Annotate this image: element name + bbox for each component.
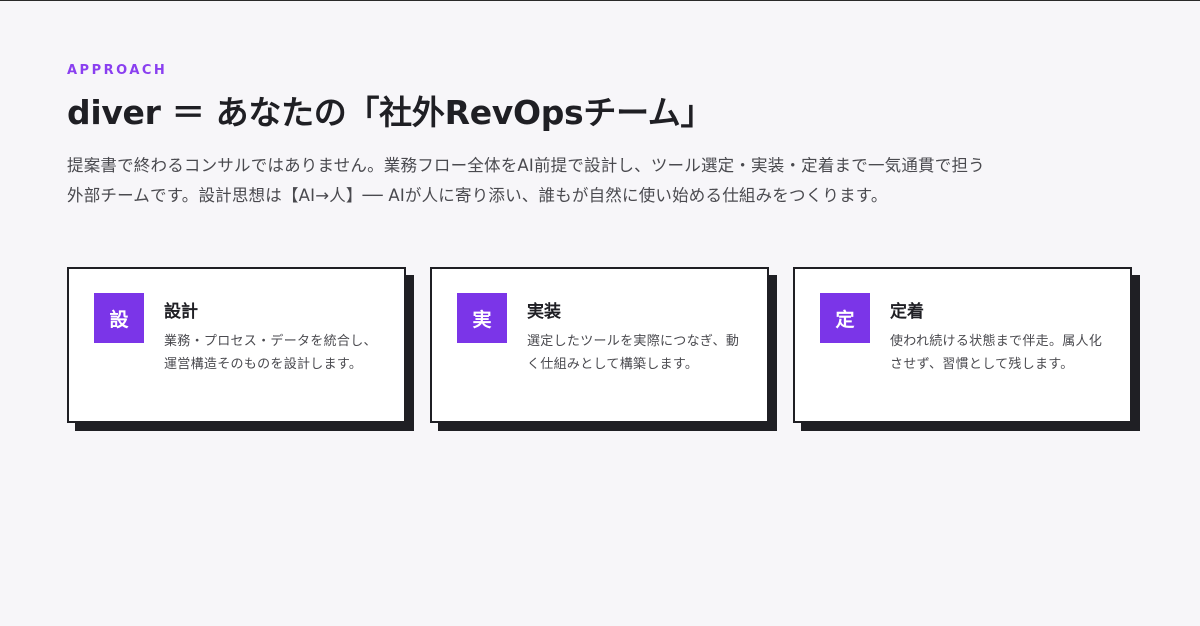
card-design: 設 設計 業務・プロセス・データを統合し、運営構造そのものを設計します。 (67, 267, 406, 423)
card-description: 選定したツールを実際につなぎ、動く仕組みとして構築します。 (527, 334, 740, 372)
card-title: 設計 (164, 302, 198, 322)
section-title: diver ＝ あなたの「社外RevOpsチーム」 (67, 93, 714, 132)
card-badge: 設 (94, 293, 144, 343)
card-title: 実装 (527, 302, 561, 322)
card-adoption: 定 定着 使われ続ける状態まで伴走。属人化させず、習慣として残します。 (793, 267, 1132, 423)
section-lead: 提案書で終わるコンサルではありません。業務フロー全体をAI前提で設計し、ツール選… (67, 156, 985, 205)
card-title: 定着 (890, 302, 924, 322)
approach-cards: 設 設計 業務・プロセス・データを統合し、運営構造そのものを設計します。 実 実… (67, 267, 1147, 437)
section-eyebrow: APPROACH (67, 63, 168, 78)
card-description: 業務・プロセス・データを統合し、運営構造そのものを設計します。 (164, 334, 377, 372)
card-description: 使われ続ける状態まで伴走。属人化させず、習慣として残します。 (890, 334, 1103, 372)
card-badge: 実 (457, 293, 507, 343)
card-badge: 定 (820, 293, 870, 343)
card-implementation: 実 実装 選定したツールを実際につなぎ、動く仕組みとして構築します。 (430, 267, 769, 423)
